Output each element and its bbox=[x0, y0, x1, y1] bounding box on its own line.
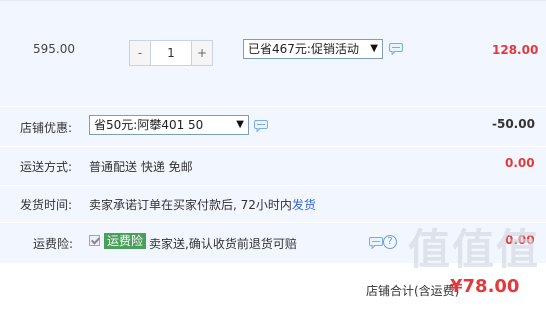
shop-discount-label: 店铺优惠: bbox=[20, 121, 73, 135]
shop-discount-select[interactable]: 省50元:阿攀401 50 ▼ bbox=[89, 115, 249, 135]
shop-discount-amount: -50.00 bbox=[492, 117, 535, 131]
dropdown-arrow-icon: ▼ bbox=[236, 119, 244, 130]
insurance-checkbox[interactable] bbox=[89, 235, 100, 246]
delivery-text: 卖家承诺订单在买家付款后, 72小时内发货 bbox=[89, 196, 316, 213]
watermark-logo: 值值值 bbox=[407, 225, 540, 274]
unit-price: 595.00 bbox=[33, 42, 75, 56]
delivery-label: 发货时间: bbox=[20, 198, 73, 212]
promo-select[interactable]: 已省467元:促销活动 ▼ bbox=[243, 39, 383, 59]
shipping-row bbox=[0, 147, 546, 185]
shipping-label: 运送方式: bbox=[20, 160, 73, 174]
qty-minus-button[interactable]: - bbox=[129, 40, 151, 66]
delivery-link[interactable]: 发货 bbox=[292, 198, 316, 212]
insurance-text: 卖家送,确认收货前退货可赔 bbox=[149, 237, 297, 251]
delivery-promise-text: 卖家承诺订单在买家付款后, 72小时内 bbox=[89, 198, 292, 212]
shop-discount-select-value: 省50元:阿攀401 50 bbox=[94, 118, 204, 132]
qty-input[interactable]: 1 bbox=[151, 40, 191, 66]
help-icon[interactable]: ? bbox=[383, 235, 397, 249]
qty-plus-button[interactable]: + bbox=[191, 40, 213, 66]
item-subtotal: 128.00 bbox=[492, 43, 539, 57]
dropdown-arrow-icon: ▼ bbox=[370, 43, 378, 54]
shop-total-label: 店铺合计(含运费) bbox=[366, 284, 460, 298]
shop-discount-row bbox=[0, 107, 546, 146]
promo-select-value: 已省467元:促销活动 bbox=[248, 42, 359, 56]
insurance-label: 运费险: bbox=[33, 237, 74, 251]
shop-total-value: ¥78.00 bbox=[450, 276, 520, 297]
quantity-stepper: - 1 + bbox=[129, 40, 213, 66]
shipping-amount: 0.00 bbox=[505, 156, 535, 170]
chat-bubble-icon[interactable] bbox=[389, 43, 403, 55]
chat-bubble-icon[interactable] bbox=[369, 237, 383, 249]
insurance-badge: 运费险 bbox=[104, 233, 147, 249]
chat-bubble-icon[interactable] bbox=[254, 120, 268, 132]
shipping-method: 普通配送 快递 免邮 bbox=[89, 160, 193, 174]
